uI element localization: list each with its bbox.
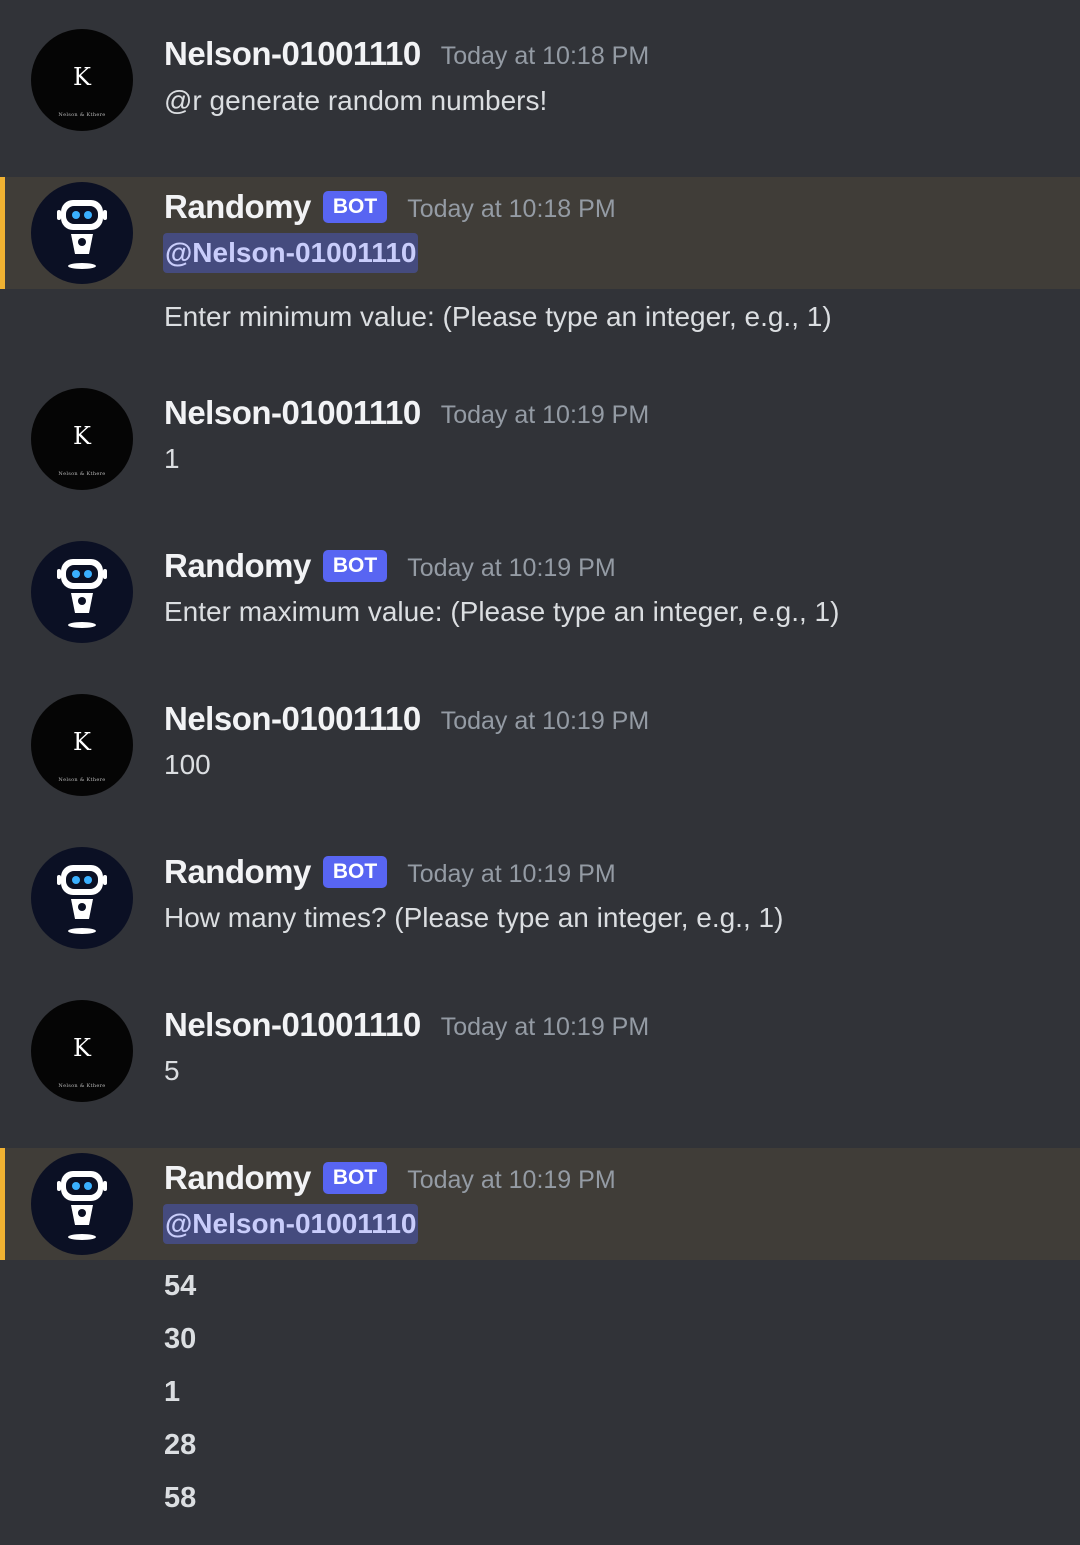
username[interactable]: Nelson-01001110 [164,35,421,73]
message-header: Nelson-01001110 Today at 10:19 PM [164,697,649,741]
timestamp[interactable]: Today at 10:18 PM [441,38,649,71]
message-group: K Nelson & Kthere Nelson-01001110 Today … [0,972,1080,1122]
result-number: 54 [164,1270,197,1302]
username[interactable]: Nelson-01001110 [164,394,421,432]
mention-highlight-bar [0,177,5,289]
user-avatar[interactable]: K Nelson & Kthere [31,29,133,131]
avatar-caption: Nelson & Kthere [58,777,106,783]
bot-tag: BOT [322,191,388,223]
message-text: 1 [164,443,180,474]
robot-icon [57,559,107,628]
avatar-caption: Nelson & Kthere [58,112,106,118]
message-text: Enter maximum value: (Please type an int… [164,596,840,627]
user-mention[interactable]: @Nelson-01001110 [163,233,419,273]
bot-tag: BOT [322,550,388,582]
message-text: How many times? (Please type an integer,… [164,902,784,933]
message-header: Randomy BOT Today at 10:19 PM [164,850,616,894]
result-number: 58 [164,1482,197,1514]
timestamp[interactable]: Today at 10:19 PM [407,856,615,889]
message-text: 100 [164,749,211,780]
username[interactable]: Nelson-01001110 [164,1006,421,1044]
avatar-caption: Nelson & Kthere [58,1083,106,1089]
avatar-caption: Nelson & Kthere [58,471,106,477]
bot-tag: BOT [322,856,388,888]
result-number: 28 [164,1429,197,1461]
username[interactable]: Randomy [164,1159,311,1197]
message-group: K Nelson & Kthere Nelson-01001110 Today … [0,360,1080,510]
message-group: Randomy BOT Today at 10:19 PM How many t… [0,819,1080,969]
timestamp[interactable]: Today at 10:19 PM [407,550,615,583]
avatar-letter: K [73,422,91,450]
mention-highlight-bar [0,1148,5,1260]
message-header: Randomy BOT Today at 10:18 PM [164,185,616,229]
message-text: Enter minimum value: (Please type an int… [164,301,832,332]
bot-tag: BOT [322,1162,388,1194]
message-group: Randomy BOT Today at 10:19 PM Enter maxi… [0,513,1080,663]
result-number: 1 [164,1376,181,1408]
message-header: Nelson-01001110 Today at 10:19 PM [164,391,649,435]
username[interactable]: Randomy [164,547,311,585]
message-group-mentioned: Randomy BOT Today at 10:18 PM @Nelson-01… [0,177,1080,289]
username[interactable]: Randomy [164,188,311,226]
message-group-mentioned: Randomy BOT Today at 10:19 PM @Nelson-01… [0,1148,1080,1260]
bot-avatar[interactable] [31,1153,133,1255]
avatar-letter: K [73,63,91,91]
message-text: @r generate random numbers! [164,85,548,116]
message-header: Nelson-01001110 Today at 10:19 PM [164,1003,649,1047]
avatar-letter: K [73,728,91,756]
user-avatar[interactable]: K Nelson & Kthere [31,388,133,490]
message-header: Randomy BOT Today at 10:19 PM [164,544,616,588]
bot-avatar[interactable] [31,182,133,284]
robot-icon [57,865,107,934]
message-text: 5 [164,1055,180,1086]
bot-avatar[interactable] [31,847,133,949]
robot-icon [57,200,107,269]
user-avatar[interactable]: K Nelson & Kthere [31,1000,133,1102]
timestamp[interactable]: Today at 10:19 PM [441,397,649,430]
robot-icon [57,1171,107,1240]
message-header: Nelson-01001110 Today at 10:18 PM [164,32,649,76]
user-mention[interactable]: @Nelson-01001110 [163,1204,419,1244]
timestamp[interactable]: Today at 10:19 PM [441,703,649,736]
message-header: Randomy BOT Today at 10:19 PM [164,1156,616,1200]
message-group: K Nelson & Kthere Nelson-01001110 Today … [0,0,1080,160]
timestamp[interactable]: Today at 10:19 PM [441,1009,649,1042]
timestamp[interactable]: Today at 10:19 PM [407,1162,615,1195]
username[interactable]: Nelson-01001110 [164,700,421,738]
bot-avatar[interactable] [31,541,133,643]
message-group: K Nelson & Kthere Nelson-01001110 Today … [0,666,1080,816]
timestamp[interactable]: Today at 10:18 PM [407,191,615,224]
avatar-letter: K [73,1034,91,1062]
result-number: 30 [164,1323,197,1355]
user-avatar[interactable]: K Nelson & Kthere [31,694,133,796]
username[interactable]: Randomy [164,853,311,891]
